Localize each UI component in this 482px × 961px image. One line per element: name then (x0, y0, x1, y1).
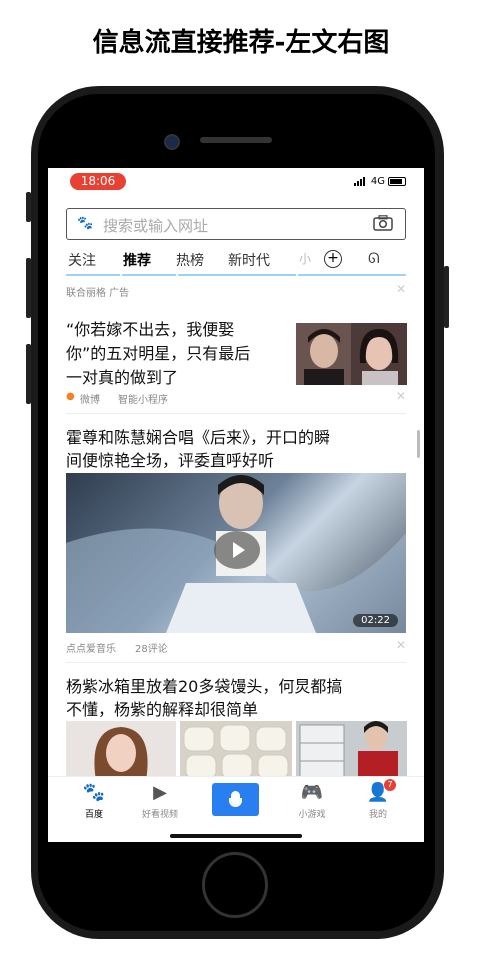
headline-line: 杨紫冰箱里放着20多袋馒头，何炅都搞 (66, 677, 343, 696)
home-button[interactable] (202, 852, 268, 918)
divider (66, 662, 406, 663)
nav-video[interactable]: ▶ 好看视频 (130, 782, 190, 821)
bottom-nav: 🐾 百度 ▶ 好看视频 🎮 小游戏 👤 7 我的 (48, 776, 424, 827)
tab-underline-active (122, 274, 176, 276)
baidu-paw-icon: 🐾 (77, 216, 94, 231)
baidu-paw-icon: 🐾 (82, 782, 106, 803)
headline-line: 你”的五对明星，只有最后 (66, 344, 251, 363)
microphone-stand (229, 798, 242, 807)
voice-search-button[interactable] (212, 783, 259, 816)
status-time: 18:06 (70, 173, 126, 190)
photo-fridge (296, 721, 407, 781)
tab-bar: 关注 推荐 热榜 新时代 小 + ᘏ (48, 248, 424, 276)
nav-video-label: 好看视频 (141, 810, 178, 820)
photo-actress (66, 721, 176, 781)
status-indicators: 4G (353, 176, 406, 187)
nav-home[interactable]: 🐾 百度 (64, 782, 124, 821)
add-channel-icon[interactable]: + (324, 250, 342, 268)
camera-search-icon[interactable] (373, 215, 393, 231)
power-button (444, 266, 449, 328)
ad-meta: 联合丽格 广告 (66, 288, 130, 299)
video-thumbnail[interactable]: 02:22 (66, 473, 406, 633)
nav-mine[interactable]: 👤 7 我的 (348, 779, 408, 820)
item-source: 微博 (80, 395, 100, 406)
mute-switch (26, 192, 31, 222)
front-camera (164, 134, 180, 150)
speaker (200, 137, 272, 143)
close-icon[interactable]: ✕ (396, 282, 406, 296)
divider (66, 413, 406, 414)
tab-underline (298, 274, 406, 276)
tab-new-era[interactable]: 新时代 (228, 250, 270, 270)
headline-line: “你若嫁不出去，我便娶 (66, 320, 235, 339)
headline-line: 间便惊艳全场，评委直呼好听 (66, 451, 275, 470)
search-placeholder: 搜索或输入网址 (103, 217, 209, 235)
close-icon[interactable]: ✕ (396, 389, 406, 403)
weibo-icon: ● (66, 391, 75, 402)
celebrity-photo (296, 323, 407, 385)
status-bar: 18:06 4G (48, 168, 424, 196)
home-indicator[interactable] (170, 834, 302, 838)
headline-line: 霍尊和陈慧娴合唱《后来》，开口的瞬 (66, 428, 331, 447)
headline-line: 一对真的做到了 (66, 368, 179, 387)
notification-badge: 7 (384, 779, 396, 791)
nav-game[interactable]: 🎮 小游戏 (282, 782, 342, 821)
page-title: 信息流直接推荐-左文右图 (92, 28, 390, 58)
search-input[interactable]: 🐾 搜索或输入网址 (66, 208, 406, 240)
tab-hot[interactable]: 热榜 (176, 250, 204, 270)
battery-icon (388, 177, 406, 186)
comment-count: 28评论 (135, 644, 168, 655)
item-source: 点点爱音乐 (66, 644, 116, 655)
tab-underline (66, 274, 120, 276)
screen: 18:06 4G 🐾 搜索或输入网址 关注 推荐 热榜 新时代 小 + ᘏ 联合… (48, 168, 424, 842)
play-button[interactable] (214, 531, 260, 569)
play-icon: ▶ (153, 782, 167, 803)
video-duration: 02:22 (353, 614, 398, 627)
nav-mine-label: 我的 (368, 810, 387, 820)
nav-game-label: 小游戏 (298, 810, 326, 820)
item-tag: 智能小程序 (118, 395, 168, 406)
tab-underline (178, 274, 296, 276)
volume-down-button (26, 344, 31, 404)
gamepad-icon: 🎮 (300, 782, 324, 803)
user-icon: 👤 (366, 782, 390, 803)
nav-home-label: 百度 (84, 810, 103, 820)
volume-up-button (26, 258, 31, 318)
headline-line: 不懂，杨紫的解释却很简单 (66, 700, 259, 719)
tab-recommend[interactable]: 推荐 (123, 250, 151, 270)
signal-icon (353, 177, 368, 186)
scrollbar[interactable] (417, 430, 420, 458)
network-label: 4G (370, 176, 385, 187)
tab-follow[interactable]: 关注 (68, 250, 96, 270)
photo-buns (180, 721, 292, 781)
close-icon[interactable]: ✕ (396, 638, 406, 652)
tab-partial[interactable]: 小 (299, 250, 311, 267)
listen-icon[interactable]: ᘏ (368, 251, 380, 267)
